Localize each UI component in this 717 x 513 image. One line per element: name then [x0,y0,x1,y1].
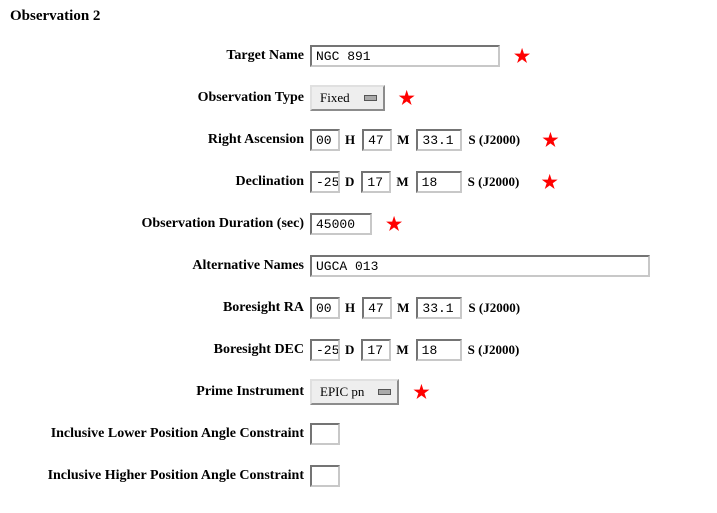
row-ilpac: Inclusive Lower Position Angle Constrain… [10,421,707,447]
row-bore-ra: Boresight RA 00 H 47 M 33.1 S (J2000) [10,295,707,321]
ilpac-input[interactable] [310,423,340,445]
unit-H: H [344,300,358,316]
label-ra: Right Ascension [10,132,310,148]
label-prime-instr: Prime Instrument [10,384,310,400]
ihpac-input[interactable] [310,465,340,487]
bore-dec-s-input[interactable]: 18 [416,339,462,361]
suffix-j2000: S (J2000) [466,132,528,148]
label-target-name: Target Name [10,48,310,64]
row-target-name: Target Name NGC 891 ★ [10,43,707,69]
unit-M: M [396,300,412,316]
dropdown-icon [378,389,391,395]
unit-H: H [344,132,358,148]
unit-M: M [396,132,412,148]
required-star-icon: ★ [413,383,429,401]
label-bore-dec: Boresight DEC [10,342,310,358]
target-name-input[interactable]: NGC 891 [310,45,500,67]
row-obs-type: Observation Type Fixed ★ [10,85,707,111]
row-alt-names: Alternative Names UGCA 013 [10,253,707,279]
dec-d-input[interactable]: -25 [310,171,340,193]
obs-type-value: Fixed [320,90,350,106]
bore-ra-m-input[interactable]: 47 [362,297,392,319]
alt-names-input[interactable]: UGCA 013 [310,255,650,277]
label-bore-ra: Boresight RA [10,300,310,316]
row-prime-instr: Prime Instrument EPIC pn ★ [10,379,707,405]
suffix-j2000: S (J2000) [466,174,528,190]
required-star-icon: ★ [514,47,530,65]
obs-type-select[interactable]: Fixed [310,85,385,111]
prime-instr-value: EPIC pn [320,384,364,400]
label-obs-type: Observation Type [10,90,310,106]
dec-m-input[interactable]: 17 [361,171,391,193]
label-ilpac: Inclusive Lower Position Angle Constrain… [10,426,310,442]
dec-s-input[interactable]: 18 [416,171,462,193]
row-ihpac: Inclusive Higher Position Angle Constrai… [10,463,707,489]
label-dec: Declination [10,174,310,190]
required-star-icon: ★ [399,89,415,107]
suffix-j2000: S (J2000) [466,300,528,316]
label-alt-names: Alternative Names [10,258,310,274]
bore-dec-m-input[interactable]: 17 [361,339,391,361]
page-title: Observation 2 [10,8,707,25]
ra-m-input[interactable]: 47 [362,129,392,151]
prime-instr-select[interactable]: EPIC pn [310,379,399,405]
bore-dec-d-input[interactable]: -25 [310,339,340,361]
required-star-icon: ★ [542,131,558,149]
suffix-j2000: S (J2000) [466,342,528,358]
row-duration: Observation Duration (sec) 45000 ★ [10,211,707,237]
bore-ra-s-input[interactable]: 33.1 [416,297,462,319]
row-bore-dec: Boresight DEC -25 D 17 M 18 S (J2000) [10,337,707,363]
unit-M: M [395,174,411,190]
duration-input[interactable]: 45000 [310,213,372,235]
unit-D: D [344,342,357,358]
row-dec: Declination -25 D 17 M 18 S (J2000) ★ [10,169,707,195]
required-star-icon: ★ [542,173,558,191]
unit-D: D [344,174,357,190]
required-star-icon: ★ [386,215,402,233]
unit-M: M [395,342,411,358]
row-ra: Right Ascension 00 H 47 M 33.1 S (J2000)… [10,127,707,153]
ra-h-input[interactable]: 00 [310,129,340,151]
label-ihpac: Inclusive Higher Position Angle Constrai… [10,468,310,484]
label-duration: Observation Duration (sec) [10,216,310,232]
bore-ra-h-input[interactable]: 00 [310,297,340,319]
dropdown-icon [364,95,377,101]
ra-s-input[interactable]: 33.1 [416,129,462,151]
